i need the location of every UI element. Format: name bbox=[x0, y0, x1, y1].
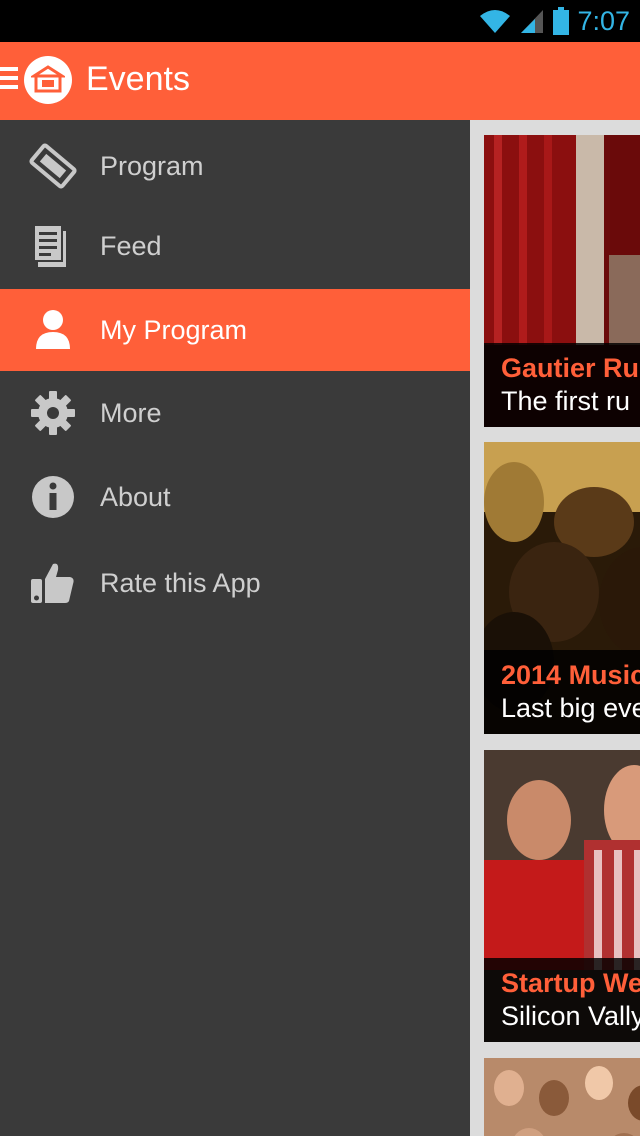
nav-label: Program bbox=[100, 150, 204, 181]
nav-label: About bbox=[100, 481, 171, 512]
event-card[interactable] bbox=[484, 1058, 640, 1136]
gear-icon bbox=[28, 388, 78, 438]
nav-label: Feed bbox=[100, 230, 162, 261]
event-image bbox=[484, 1058, 640, 1136]
newspaper-icon bbox=[28, 221, 78, 271]
info-icon bbox=[28, 472, 78, 522]
nav-label: More bbox=[100, 397, 162, 428]
stage-icon[interactable] bbox=[24, 56, 72, 104]
event-title: 2014 Music bbox=[501, 660, 640, 690]
signal-icon bbox=[521, 10, 544, 33]
battery-icon bbox=[553, 7, 570, 35]
menu-icon[interactable] bbox=[0, 67, 18, 91]
nav-item-rate-app[interactable]: Rate this App bbox=[0, 542, 470, 624]
wifi-icon bbox=[480, 10, 511, 33]
nav-item-my-program[interactable]: My Program bbox=[0, 289, 470, 371]
thumbs-up-icon bbox=[28, 558, 78, 608]
nav-item-feed[interactable]: Feed bbox=[0, 205, 470, 287]
event-title: Startup We bbox=[501, 968, 640, 998]
status-icons: 7:07 bbox=[479, 0, 630, 42]
action-bar: Events bbox=[0, 42, 640, 120]
nav-item-about[interactable]: About bbox=[0, 456, 470, 538]
event-caption: Startup We Silicon Vally bbox=[484, 958, 640, 1042]
event-subtitle: Last big eve bbox=[501, 693, 640, 723]
event-title: Gautier Ru bbox=[501, 353, 640, 383]
nav-label: My Program bbox=[100, 314, 248, 345]
person-icon bbox=[28, 305, 78, 355]
app-title: Events bbox=[86, 60, 190, 98]
nav-label: Rate this App bbox=[100, 567, 261, 598]
event-card[interactable]: Startup We Silicon Vally bbox=[484, 750, 640, 1042]
nav-item-more[interactable]: More bbox=[0, 372, 470, 454]
ticket-icon bbox=[28, 141, 78, 191]
navigation-drawer: Program Feed My Program More About Rate … bbox=[0, 120, 470, 1136]
event-subtitle: Silicon Vally bbox=[501, 1001, 640, 1031]
event-caption: 2014 Music Last big eve bbox=[484, 650, 640, 734]
event-subtitle: The first ru bbox=[501, 386, 631, 416]
event-card[interactable]: Gautier Ru The first ru bbox=[484, 135, 640, 427]
event-card[interactable]: 2014 Music Last big eve bbox=[484, 442, 640, 734]
status-time: 7:07 bbox=[577, 5, 630, 36]
event-caption: Gautier Ru The first ru bbox=[484, 343, 640, 427]
status-bar: 7:07 bbox=[0, 0, 640, 42]
nav-item-program[interactable]: Program bbox=[0, 125, 470, 207]
events-list[interactable]: Gautier Ru The first ru 2014 Music Last … bbox=[470, 120, 640, 1136]
